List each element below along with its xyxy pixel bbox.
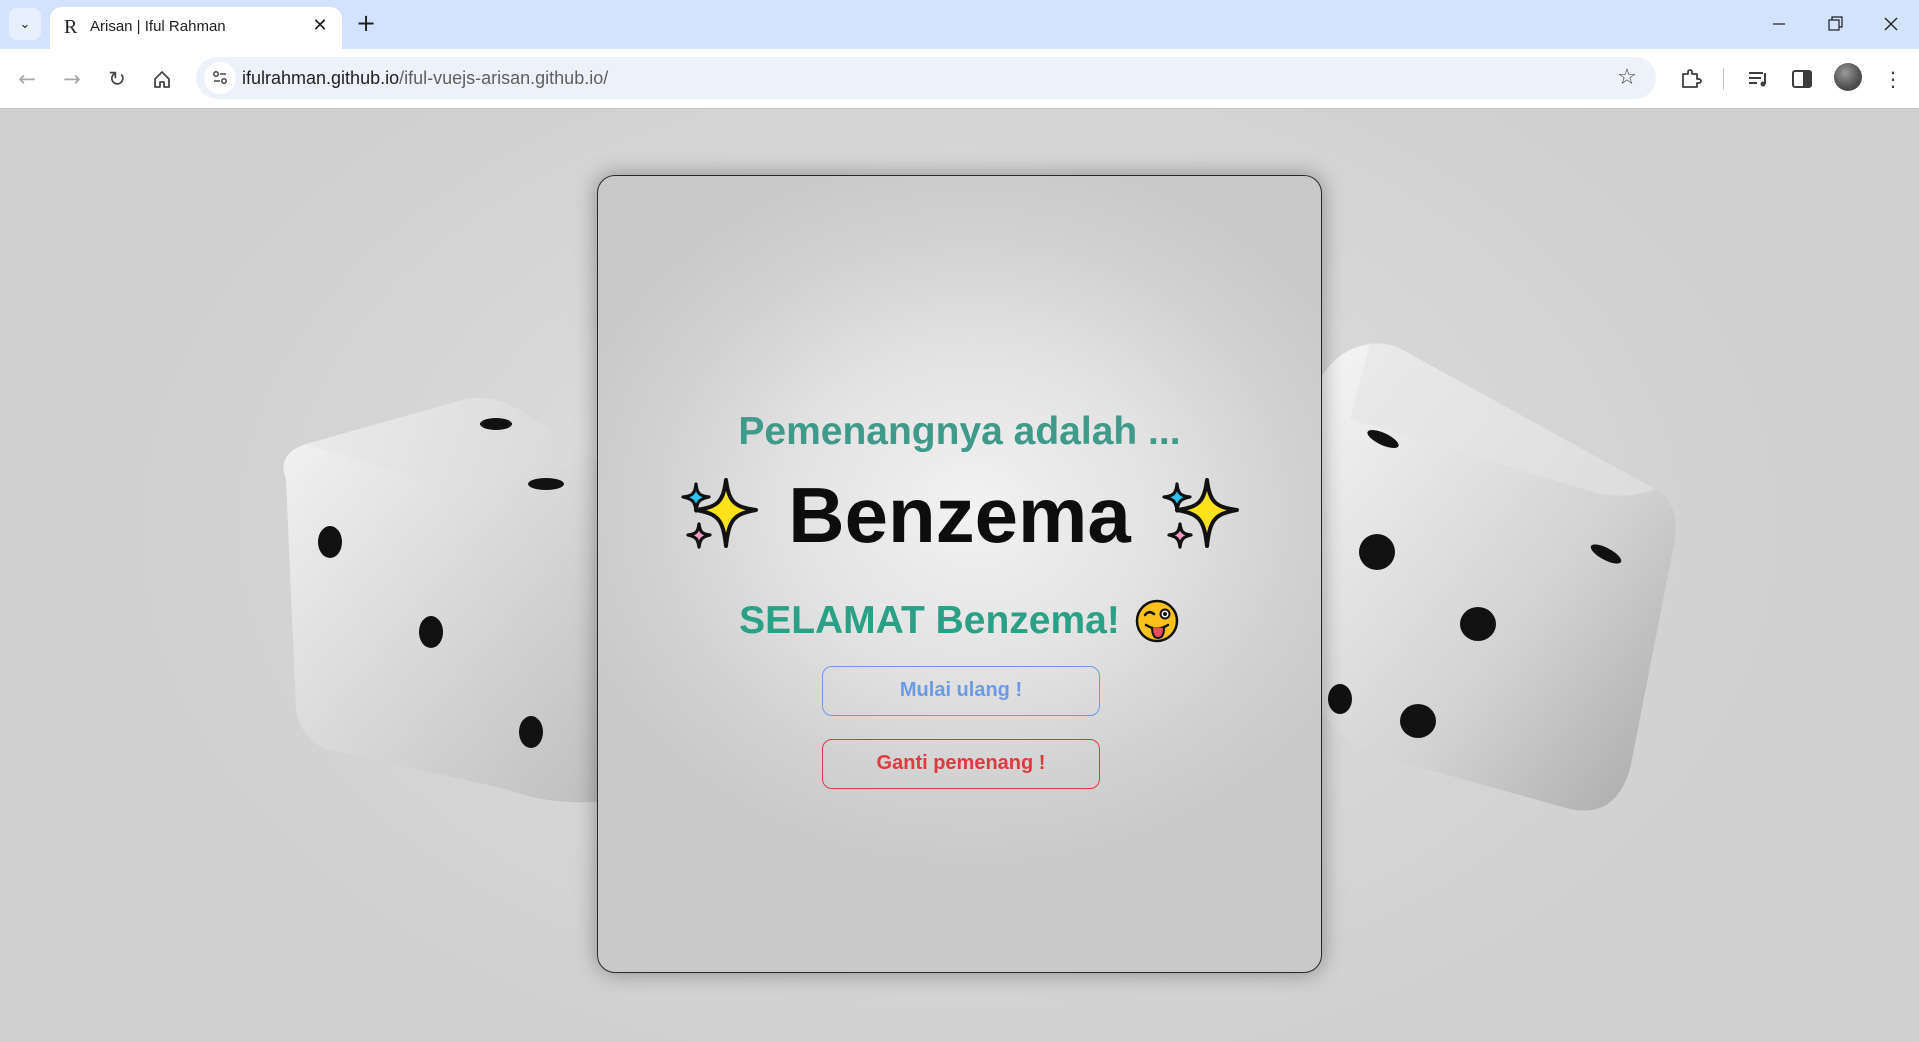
winner-heading: Pemenangnya adalah ... xyxy=(738,410,1181,453)
address-bar[interactable]: ifulrahman.github.io/iful-vuejs-arisan.g… xyxy=(196,57,1656,99)
toolbar-separator xyxy=(1723,68,1724,90)
congrats-row: SELAMAT Benzema! xyxy=(598,596,1321,646)
close-window-icon[interactable] xyxy=(1863,0,1919,46)
home-icon[interactable] xyxy=(145,62,179,96)
restore-icon[interactable] xyxy=(1807,0,1863,46)
side-panel-icon[interactable] xyxy=(1785,62,1819,96)
winking-face-with-tongue-icon xyxy=(1135,599,1179,643)
winner-card: Pemenangnya adalah ... Benzema SELAMAT B… xyxy=(597,175,1322,973)
winner-row: Benzema xyxy=(598,470,1321,560)
winner-name: Benzema xyxy=(788,471,1131,559)
browser-tab-strip: ⌄ R Arisan | Iful Rahman ✕ + xyxy=(0,0,1919,49)
url-domain: ifulrahman.github.io xyxy=(242,68,400,88)
reload-icon[interactable]: ↻ xyxy=(100,62,134,96)
browser-tab[interactable]: R Arisan | Iful Rahman ✕ xyxy=(50,7,342,49)
new-tab-icon[interactable]: + xyxy=(352,10,380,38)
profile-avatar[interactable] xyxy=(1834,63,1862,91)
restart-button[interactable]: Mulai ulang ! xyxy=(822,666,1100,716)
favicon-icon: R xyxy=(64,16,78,38)
media-control-icon[interactable] xyxy=(1741,62,1775,96)
site-info-icon[interactable] xyxy=(204,62,236,94)
browser-toolbar: ← → ↻ ifulrahman.github.io/iful-vuejs-ar… xyxy=(0,49,1919,109)
change-winner-button[interactable]: Ganti pemenang ! xyxy=(822,739,1100,789)
congrats-text: SELAMAT Benzema! xyxy=(739,599,1120,642)
back-icon[interactable]: ← xyxy=(10,62,44,96)
page-background: Pemenangnya adalah ... Benzema SELAMAT B… xyxy=(0,109,1919,1042)
tab-title: Arisan | Iful Rahman xyxy=(90,18,226,35)
url-path: /iful-vuejs-arisan.github.io/ xyxy=(399,68,609,88)
right-die-image xyxy=(1310,343,1676,811)
close-tab-icon[interactable]: ✕ xyxy=(308,14,332,38)
sparkles-icon xyxy=(1162,478,1239,549)
bookmark-star-icon[interactable]: ☆ xyxy=(1612,63,1642,93)
tab-search-icon[interactable]: ⌄ xyxy=(9,8,41,40)
url-text: ifulrahman.github.io/iful-vuejs-arisan.g… xyxy=(242,68,608,88)
sparkles-icon xyxy=(681,478,759,549)
minimize-icon[interactable] xyxy=(1751,0,1807,46)
more-menu-icon[interactable]: ⋮ xyxy=(1876,62,1910,96)
left-die-image xyxy=(283,398,626,803)
forward-icon[interactable]: → xyxy=(55,62,89,96)
extensions-icon[interactable] xyxy=(1674,62,1708,96)
